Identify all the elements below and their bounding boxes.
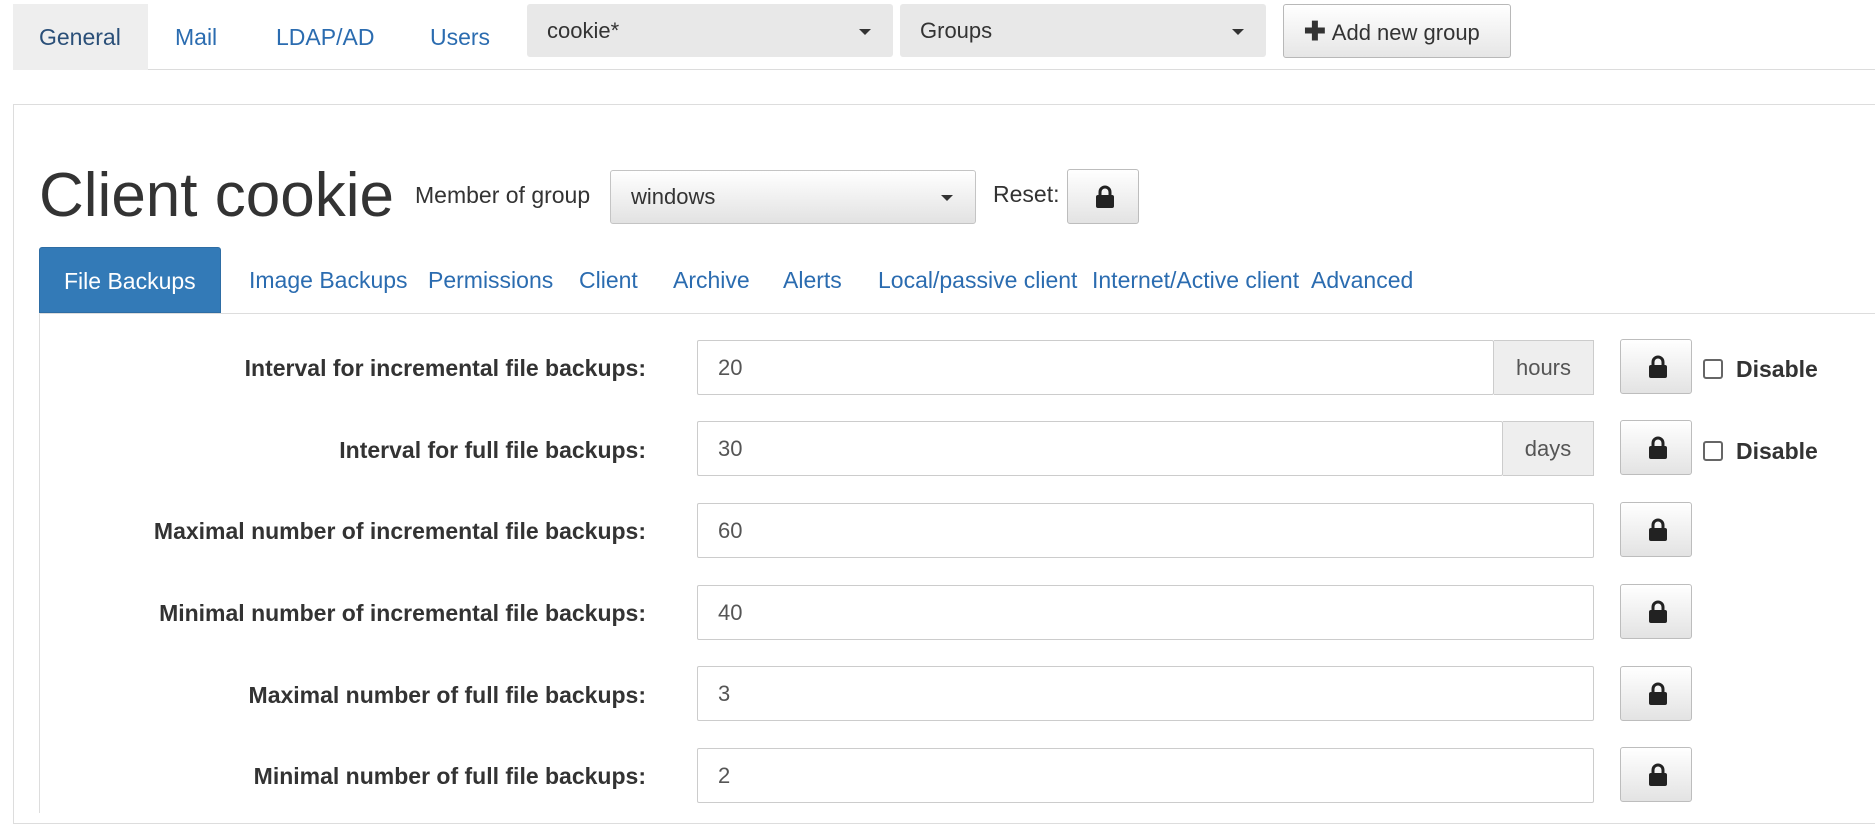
setting-label: Interval for incremental file backups:: [244, 355, 646, 381]
disable-label: Disable: [1736, 356, 1818, 382]
client-select-value: cookie*: [547, 18, 620, 43]
lock-button[interactable]: [1620, 502, 1692, 557]
lock-icon: [1649, 355, 1667, 378]
disable-checkbox[interactable]: [1703, 359, 1723, 379]
client-select[interactable]: cookie*: [527, 4, 893, 57]
full-interval-input[interactable]: 30: [697, 421, 1503, 476]
group-select[interactable]: windows: [610, 170, 976, 224]
min-incremental-input[interactable]: 40: [697, 585, 1594, 640]
plus-icon: ✚: [1304, 16, 1326, 46]
lock-icon: [1096, 185, 1114, 208]
tab-users[interactable]: Users: [404, 4, 516, 70]
setting-label: Minimal number of full file backups:: [253, 763, 646, 789]
add-new-group-label: Add new group: [1331, 20, 1480, 45]
tab-alerts[interactable]: Alerts: [759, 247, 866, 313]
tab-archive[interactable]: Archive: [649, 247, 774, 313]
page-title: Client cookie: [39, 161, 394, 230]
lock-button[interactable]: [1620, 420, 1692, 475]
groups-select[interactable]: Groups: [900, 4, 1266, 57]
tab-internet-active-client[interactable]: Internet/Active client: [1068, 247, 1323, 313]
lock-button[interactable]: [1620, 584, 1692, 639]
tab-local-passive-client[interactable]: Local/passive client: [854, 247, 1101, 313]
min-full-input[interactable]: 2: [697, 748, 1594, 803]
lock-button[interactable]: [1620, 339, 1692, 394]
groups-select-value: Groups: [920, 18, 993, 43]
max-full-input[interactable]: 3: [697, 666, 1594, 721]
disable-label: Disable: [1736, 438, 1818, 464]
reset-lock-button[interactable]: [1067, 169, 1139, 224]
tab-file-backups[interactable]: File Backups: [39, 247, 221, 313]
incremental-interval-input[interactable]: 20: [697, 340, 1494, 395]
setting-label: Maximal number of incremental file backu…: [153, 518, 646, 544]
lock-button[interactable]: [1620, 666, 1692, 721]
setting-label: Interval for full file backups:: [339, 437, 646, 463]
tab-client[interactable]: Client: [555, 247, 662, 313]
reset-label: Reset:: [993, 181, 1060, 207]
caret-down-icon: [941, 195, 953, 201]
lock-icon: [1649, 518, 1667, 541]
member-of-group-label: Member of group: [415, 182, 591, 208]
setting-label: Maximal number of full file backups:: [248, 682, 646, 708]
caret-down-icon: [1232, 29, 1244, 35]
lock-icon: [1649, 763, 1667, 786]
lock-icon: [1649, 600, 1667, 623]
lock-icon: [1649, 436, 1667, 459]
disable-checkbox[interactable]: [1703, 441, 1723, 461]
tab-ldap-ad[interactable]: LDAP/AD: [250, 4, 400, 70]
lock-icon: [1649, 682, 1667, 705]
max-incremental-input[interactable]: 60: [697, 503, 1594, 558]
tab-general[interactable]: General: [13, 4, 148, 70]
tab-advanced[interactable]: Advanced: [1287, 247, 1437, 313]
tab-mail[interactable]: Mail: [149, 4, 243, 70]
setting-label: Minimal number of incremental file backu…: [159, 600, 646, 626]
add-new-group-button[interactable]: ✚ Add new group: [1283, 4, 1511, 58]
settings-tabs: File Backups Image Backups Permissions C…: [39, 247, 1875, 314]
lock-button[interactable]: [1620, 747, 1692, 802]
unit-addon: hours: [1494, 340, 1594, 395]
tab-permissions[interactable]: Permissions: [404, 247, 577, 313]
caret-down-icon: [859, 29, 871, 35]
group-select-value: windows: [631, 184, 716, 209]
unit-addon: days: [1503, 421, 1594, 476]
tab-image-backups[interactable]: Image Backups: [225, 247, 432, 313]
